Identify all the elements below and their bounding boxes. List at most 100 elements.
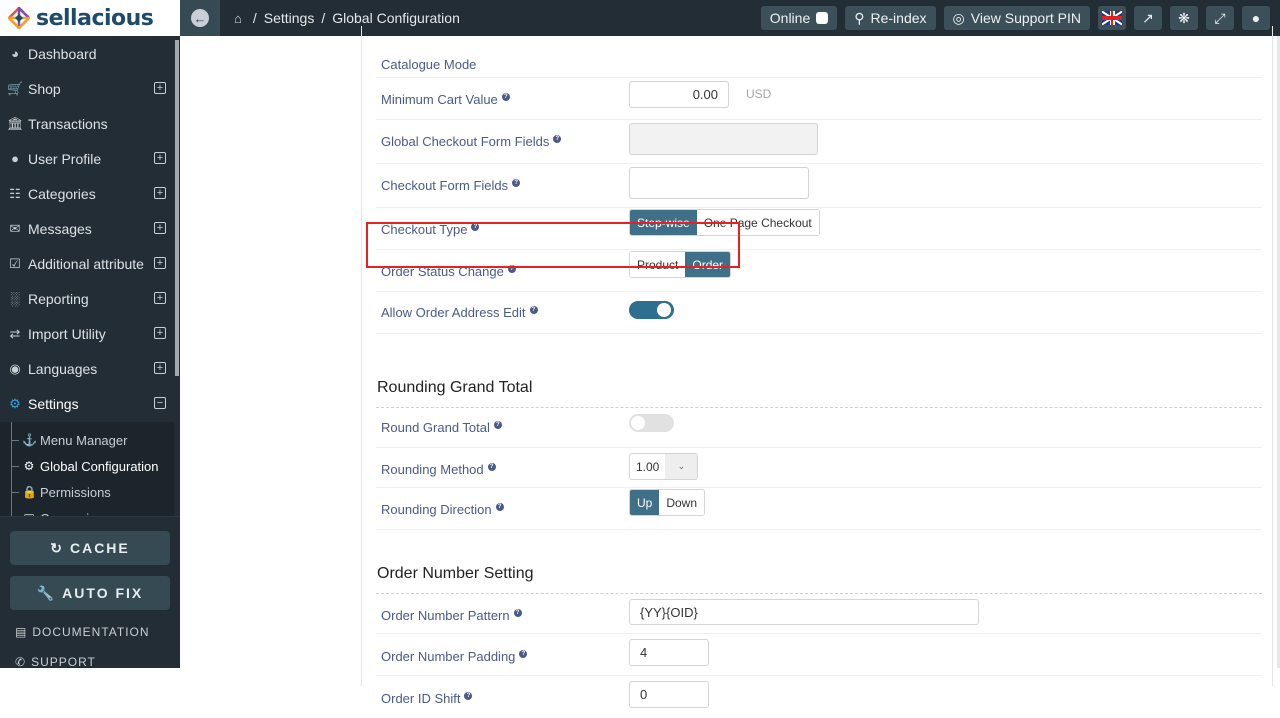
chevron-down-icon: ⌄	[665, 454, 698, 479]
gears-icon: ⚙	[23, 459, 35, 473]
config-panel: Catalogue Mode Minimum Cart Value? 0.00 …	[361, 26, 1273, 708]
sidebar-item-dashboard[interactable]: ◕ Dashboard	[0, 36, 174, 71]
breadcrumb-settings[interactable]: Settings	[264, 10, 315, 26]
collapse-icon[interactable]: −	[154, 397, 166, 409]
home-icon[interactable]: ⌂	[234, 11, 242, 26]
rounding-direction-down[interactable]: Down	[659, 490, 705, 515]
sidebar-item-settings[interactable]: ⚙ Settings −	[0, 386, 174, 421]
sidebar-item-additional-attribute[interactable]: ☑ Additional attribute +	[0, 246, 174, 281]
external-link-icon: ↗	[1142, 9, 1154, 26]
logo[interactable]: sellacious	[0, 0, 180, 36]
sidebar-item-messages[interactable]: ✉ Messages +	[0, 211, 174, 246]
help-icon[interactable]: ?	[487, 463, 496, 471]
lock-icon: 🔒	[22, 485, 37, 499]
arrow-left-icon: ←	[191, 9, 209, 27]
help-icon[interactable]: ?	[501, 93, 510, 101]
minimum-cart-value-input[interactable]: 0.00	[629, 81, 729, 108]
form-row-rounding-method: Rounding Method? 1.00 ⌄	[376, 448, 1262, 488]
submenu-item-global-configuration[interactable]: ⚙ Global Configuration	[12, 455, 159, 477]
field-label: Catalogue Mode	[381, 57, 477, 72]
expand-icon[interactable]: +	[154, 187, 166, 199]
checkbox-icon: ☑	[9, 255, 21, 271]
form-row-global-checkout-form-fields: Global Checkout Form Fields?	[376, 120, 1262, 164]
cache-button[interactable]: ↻ CACHE	[10, 531, 170, 565]
help-icon[interactable]: ?	[519, 650, 528, 658]
rounding-direction-segmented: Up Down	[629, 489, 706, 516]
checkout-form-fields-input[interactable]	[629, 167, 809, 199]
envelope-icon: ✉	[9, 220, 21, 236]
sidebar-scrollbar-thumb[interactable]	[175, 40, 179, 376]
support-link[interactable]: ✆ SUPPORT	[15, 655, 96, 669]
main-content: Catalogue Mode Minimum Cart Value? 0.00 …	[180, 26, 1280, 708]
refresh-icon: ↻	[50, 539, 64, 556]
form-row-allow-order-address-edit: Allow Order Address Edit?	[376, 292, 1262, 334]
logo-icon	[8, 7, 30, 29]
documentation-link[interactable]: ▤ DOCUMENTATION	[15, 625, 150, 639]
expand-icon[interactable]: +	[154, 257, 166, 269]
section-title-rounding: Rounding Grand Total	[377, 379, 533, 396]
help-icon[interactable]: ?	[553, 135, 562, 143]
rounding-method-select[interactable]: 1.00 ⌄	[629, 453, 699, 480]
form-row-order-number-pattern: Order Number Pattern? {YY}{OID}	[376, 594, 1262, 634]
order-number-padding-input[interactable]: 4	[629, 639, 709, 666]
search-icon: ⚲	[854, 9, 865, 26]
expand-icon[interactable]: +	[154, 362, 166, 374]
help-icon[interactable]: ?	[493, 421, 502, 429]
submenu-item-menu-manager[interactable]: ⚓ Menu Manager	[12, 429, 127, 451]
life-ring-icon: ◎	[952, 9, 965, 26]
sitemap-icon: ☷	[9, 185, 21, 201]
expand-icon[interactable]: +	[154, 82, 166, 94]
form-row-catalogue-mode: Catalogue Mode	[376, 26, 1262, 78]
bar-chart-icon: ░	[10, 291, 20, 306]
expand-icon: ⤢	[1214, 9, 1226, 26]
expand-icon[interactable]: +	[154, 152, 166, 164]
form-row-order-id-shift: Order ID Shift? 0	[376, 676, 1262, 718]
order-number-pattern-input[interactable]: {YY}{OID}	[629, 599, 979, 625]
field-label: Order Number Padding?	[381, 649, 528, 664]
user-icon: ●	[1251, 10, 1261, 26]
field-label: Rounding Method?	[381, 462, 496, 477]
cart-icon: 🛒	[7, 80, 24, 96]
expand-icon[interactable]: +	[154, 327, 166, 339]
sidebar-item-categories[interactable]: ☷ Categories +	[0, 176, 174, 211]
field-label: Order Number Pattern?	[381, 608, 522, 623]
form-row-minimum-cart-value: Minimum Cart Value? 0.00 USD	[376, 78, 1262, 120]
help-icon[interactable]: ?	[513, 609, 522, 617]
rounding-direction-up[interactable]: Up	[630, 490, 660, 515]
sidebar-item-user-profile[interactable]: ● User Profile +	[0, 141, 174, 176]
anchor-icon: ⚓	[22, 433, 37, 447]
currency-label: USD	[746, 87, 772, 101]
highlight-box	[366, 222, 740, 268]
field-label: Minimum Cart Value?	[381, 92, 510, 107]
submenu-item-permissions[interactable]: 🔒 Permissions	[12, 481, 111, 503]
expand-icon[interactable]: +	[154, 292, 166, 304]
help-icon[interactable]: ?	[512, 179, 521, 187]
field-label: Global Checkout Form Fields?	[381, 134, 562, 149]
auto-fix-button[interactable]: 🔧 AUTO FIX	[10, 576, 170, 610]
field-label: Allow Order Address Edit?	[381, 305, 538, 320]
back-button[interactable]: ←	[180, 0, 220, 36]
form-row-round-grand-total: Round Grand Total?	[376, 408, 1262, 448]
form-row-rounding-direction: Rounding Direction? Up Down	[376, 488, 1262, 530]
form-row-order-number-padding: Order Number Padding? 4	[376, 634, 1262, 676]
sidebar-item-shop[interactable]: 🛒 Shop +	[0, 71, 174, 106]
allow-order-address-edit-toggle[interactable]	[629, 301, 674, 319]
round-grand-total-toggle[interactable]	[629, 414, 674, 432]
global-checkout-form-fields-input[interactable]	[629, 123, 818, 155]
help-icon[interactable]: ?	[464, 692, 473, 700]
help-icon[interactable]: ?	[495, 503, 504, 511]
gear-icon: ⚙	[9, 395, 21, 411]
brand-name: sellacious	[36, 5, 154, 31]
sidebar-footer: ↻ CACHE 🔧 AUTO FIX ▤ DOCUMENTATION ✆ SUP…	[0, 516, 180, 669]
joomla-icon: ❋	[1178, 9, 1190, 26]
order-id-shift-input[interactable]: 0	[629, 681, 709, 708]
field-label: Rounding Direction?	[381, 502, 504, 517]
sidebar-item-reporting[interactable]: ░ Reporting +	[0, 281, 174, 316]
book-icon: ▤	[15, 625, 28, 639]
sidebar-item-transactions[interactable]: 🏛 Transactions	[0, 106, 174, 141]
dashboard-icon: ◕	[11, 46, 19, 61]
help-icon[interactable]: ?	[529, 306, 538, 314]
sidebar-item-languages[interactable]: ◉ Languages +	[0, 351, 174, 386]
expand-icon[interactable]: +	[154, 222, 166, 234]
sidebar-item-import-utility[interactable]: ⇄ Import Utility +	[0, 316, 174, 351]
